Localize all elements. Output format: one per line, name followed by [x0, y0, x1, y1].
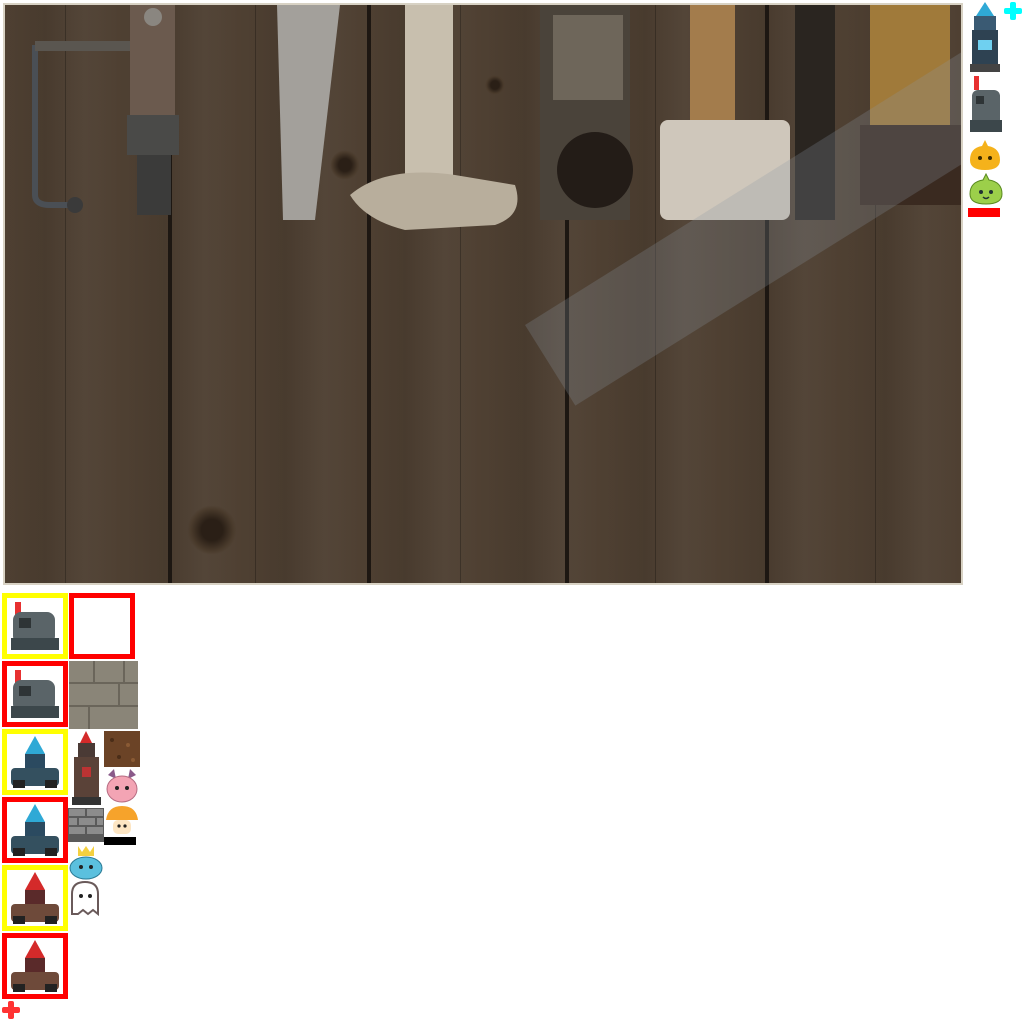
wood-knot — [187, 505, 237, 555]
slot-blue-crystal-tower[interactable] — [2, 797, 68, 863]
green-slime-icon[interactable] — [968, 172, 1004, 206]
stone-tile-icon[interactable] — [69, 661, 138, 729]
dirt-tile-icon[interactable] — [104, 731, 140, 767]
white-ghost-icon[interactable] — [68, 880, 102, 916]
orange-slime-icon[interactable] — [968, 138, 1002, 172]
hp-bar-dark — [104, 837, 136, 845]
orange-mushroom-icon[interactable] — [104, 804, 140, 836]
brick-wall-icon[interactable] — [68, 808, 104, 842]
blue-crowned-slime-icon[interactable] — [68, 844, 104, 880]
slot-rock-golem-tower[interactable] — [2, 661, 68, 727]
rock-golem-tower-icon[interactable] — [968, 76, 1002, 134]
placement-cursor-icon — [1004, 2, 1022, 20]
red-crystal-tower-icon — [11, 872, 59, 924]
dark-tower-icon[interactable] — [70, 731, 103, 805]
slot-rock-golem-tower-selected[interactable] — [2, 593, 68, 659]
slot-red-crystal-tower[interactable] — [2, 933, 68, 999]
slot-red-crystal-tower-selected[interactable] — [2, 865, 68, 931]
slot-blue-crystal-tower-selected[interactable] — [2, 729, 68, 795]
game-board[interactable] — [3, 3, 963, 585]
hp-bar — [968, 208, 1000, 217]
slot-empty[interactable] — [69, 593, 135, 659]
target-cursor-icon — [2, 1001, 20, 1019]
blue-crystal-tower-icon[interactable] — [968, 2, 1002, 74]
rock-golem-tower-icon — [11, 670, 59, 718]
pink-cat-slime-icon[interactable] — [104, 769, 140, 803]
rock-golem-tower-icon — [11, 602, 59, 650]
red-crystal-tower-icon — [11, 940, 59, 992]
blue-crystal-tower-icon — [11, 736, 59, 788]
blue-crystal-tower-icon — [11, 804, 59, 856]
